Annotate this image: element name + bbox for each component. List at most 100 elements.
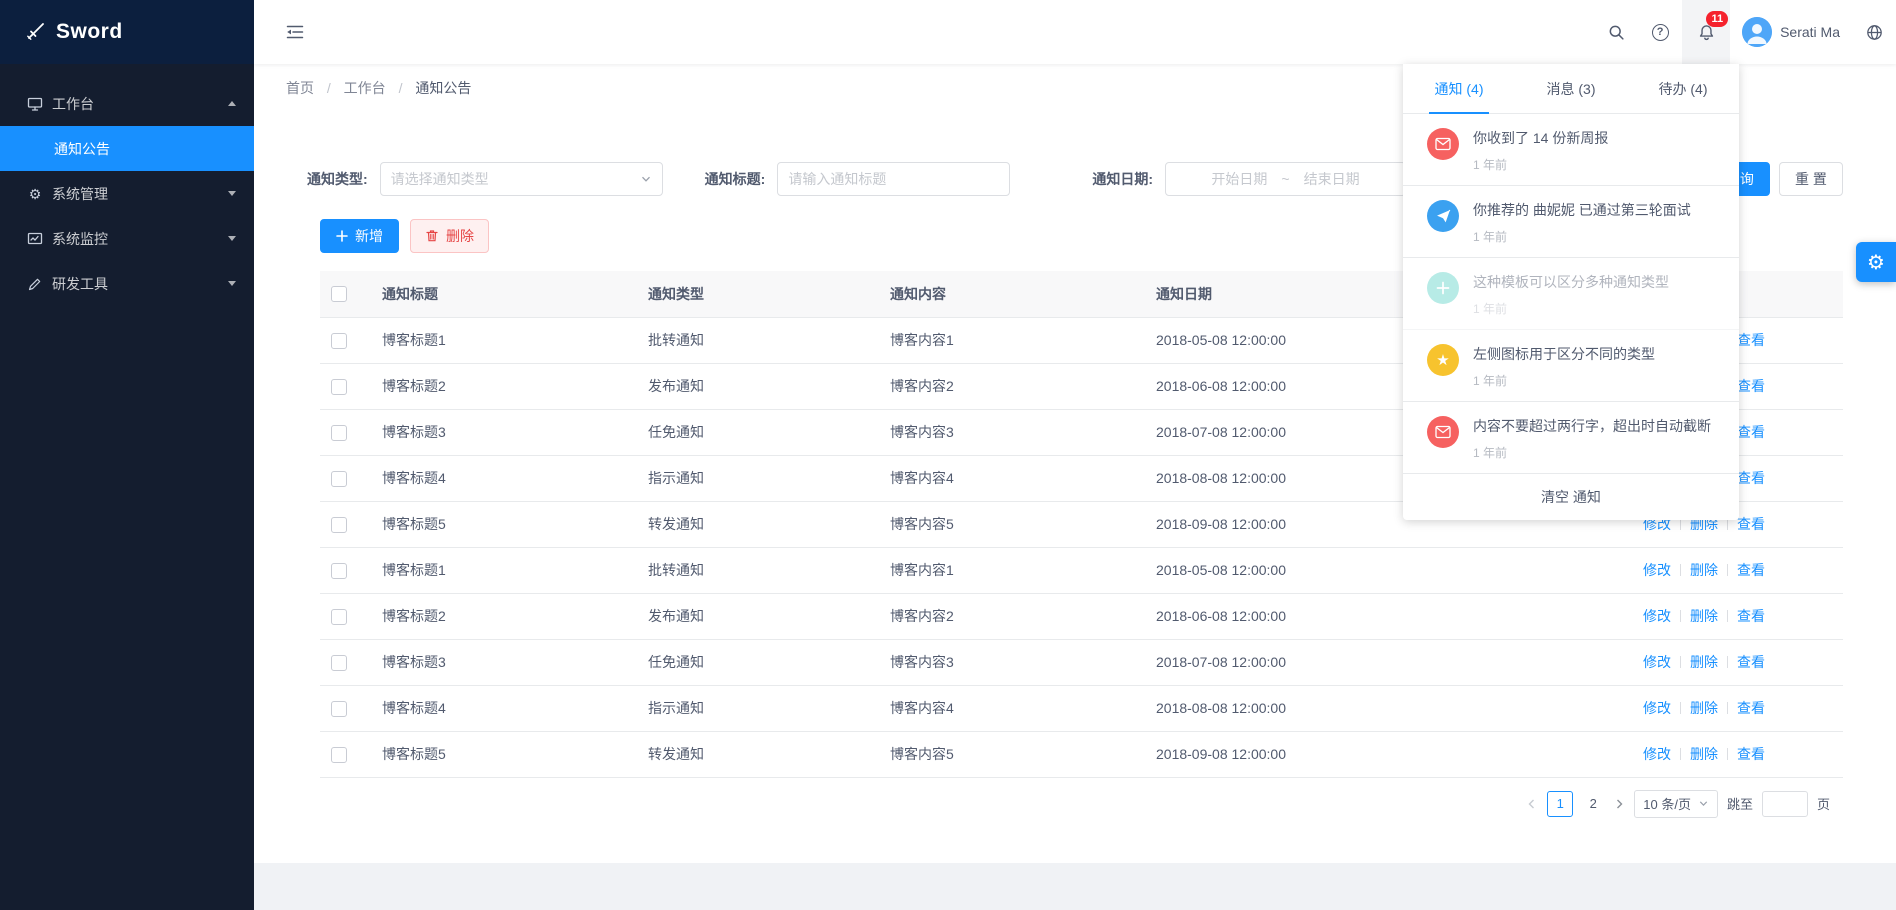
page-button-current[interactable]: 1	[1547, 791, 1573, 817]
menu-fold-icon[interactable]	[286, 24, 304, 40]
date-start-placeholder: 开始日期	[1211, 169, 1267, 189]
date-range-picker[interactable]: 开始日期 ~ 结束日期	[1165, 162, 1406, 196]
settings-fab[interactable]: ⚙	[1856, 242, 1896, 282]
edit-link[interactable]: 修改	[1643, 654, 1671, 670]
sidebar-item-system-mgmt[interactable]: ⚙ 系统管理	[0, 171, 254, 216]
notification-panel: 通知 (4) 消息 (3) 待办 (4) 你收到了 14 份新周报 1 年前 你…	[1403, 64, 1739, 520]
monitor-chart-icon	[27, 231, 43, 247]
edit-link[interactable]: 修改	[1643, 608, 1671, 624]
column-header-type: 通知类型	[630, 271, 872, 317]
next-page-button[interactable]	[1613, 798, 1625, 810]
sidebar-item-system-monitor[interactable]: 系统监控	[0, 216, 254, 261]
notification-item[interactable]: 你推荐的 曲妮妮 已通过第三轮面试 1 年前	[1403, 186, 1739, 258]
caret-down-icon	[228, 191, 236, 196]
delete-link[interactable]: 删除	[1690, 746, 1718, 762]
row-checkbox[interactable]	[331, 701, 347, 717]
delete-link[interactable]: 删除	[1690, 608, 1718, 624]
breadcrumb-workbench[interactable]: 工作台	[344, 80, 386, 96]
notification-item[interactable]: ★ 左侧图标用于区分不同的类型 1 年前	[1403, 330, 1739, 402]
sidebar-item-workbench[interactable]: 工作台	[0, 81, 254, 126]
notification-bell-icon[interactable]: 11	[1682, 0, 1730, 64]
row-checkbox[interactable]	[331, 563, 347, 579]
page-size-select[interactable]: 10 条/页	[1634, 790, 1718, 818]
table-row: 博客标题5 转发通知 博客内容5 2018-09-08 12:00:00 修改删…	[320, 731, 1843, 777]
title-input[interactable]	[777, 162, 1010, 196]
prev-page-button[interactable]	[1526, 798, 1538, 810]
page-button[interactable]: 2	[1582, 796, 1604, 811]
sword-logo-icon	[24, 21, 46, 43]
logo[interactable]: Sword	[0, 0, 254, 64]
row-checkbox[interactable]	[331, 747, 347, 763]
jump-label: 跳至	[1727, 794, 1753, 813]
edit-link[interactable]: 修改	[1643, 562, 1671, 578]
sidebar-item-label: 系统管理	[52, 184, 108, 204]
delete-button[interactable]: 删除	[410, 219, 489, 253]
row-checkbox[interactable]	[331, 425, 347, 441]
row-checkbox[interactable]	[331, 655, 347, 671]
view-link[interactable]: 查看	[1737, 700, 1765, 716]
reset-button[interactable]: 重 置	[1779, 162, 1843, 196]
mail-icon	[1427, 416, 1459, 448]
trash-icon	[425, 229, 439, 243]
view-link[interactable]: 查看	[1737, 562, 1765, 578]
notification-item-read[interactable]: 这种模板可以区分多种通知类型 1 年前	[1403, 258, 1739, 330]
delete-link[interactable]: 删除	[1690, 654, 1718, 670]
notification-item[interactable]: 内容不要超过两行字，超出时自动截断 1 年前	[1403, 402, 1739, 474]
view-link[interactable]: 查看	[1737, 654, 1765, 670]
view-link[interactable]: 查看	[1737, 470, 1765, 486]
chevron-down-icon	[1698, 798, 1709, 809]
table-row: 博客标题3 任免通知 博客内容3 2018-07-08 12:00:00 修改删…	[320, 639, 1843, 685]
breadcrumb-home[interactable]: 首页	[286, 80, 314, 96]
row-checkbox[interactable]	[331, 609, 347, 625]
search-icon[interactable]	[1594, 0, 1638, 64]
tab-todos[interactable]: 待办 (4)	[1627, 64, 1739, 113]
logo-text: Sword	[56, 20, 123, 44]
view-link[interactable]: 查看	[1737, 378, 1765, 394]
edit-link[interactable]: 修改	[1643, 746, 1671, 762]
tool-icon	[27, 276, 43, 292]
date-label: 通知日期:	[1092, 169, 1153, 189]
view-link[interactable]: 查看	[1737, 332, 1765, 348]
sidebar-item-label: 系统监控	[52, 229, 108, 249]
view-link[interactable]: 查看	[1737, 424, 1765, 440]
plus-icon	[336, 230, 348, 242]
gear-icon: ⚙	[27, 186, 43, 202]
sidebar: Sword 工作台 通知公告 ⚙ 系统管理	[0, 0, 254, 910]
select-all-checkbox[interactable]	[331, 286, 347, 302]
jump-page-input[interactable]	[1762, 791, 1808, 817]
page-unit-label: 页	[1817, 794, 1830, 813]
help-icon[interactable]: ?	[1638, 0, 1682, 64]
row-checkbox[interactable]	[331, 379, 347, 395]
caret-down-icon	[228, 236, 236, 241]
globe-icon[interactable]	[1852, 0, 1896, 64]
tab-messages[interactable]: 消息 (3)	[1515, 64, 1627, 113]
type-select[interactable]: 请选择通知类型	[380, 162, 663, 196]
notification-badge: 11	[1706, 11, 1728, 27]
sidebar-menu: 工作台 通知公告 ⚙ 系统管理 系统监控	[0, 64, 254, 306]
sidebar-item-label: 通知公告	[54, 139, 110, 159]
add-button[interactable]: 新增	[320, 219, 399, 253]
user-name: Serati Ma	[1780, 24, 1840, 40]
delete-link[interactable]: 删除	[1690, 700, 1718, 716]
delete-link[interactable]: 删除	[1690, 562, 1718, 578]
table-row: 博客标题1 批转通知 博客内容1 2018-05-08 12:00:00 修改删…	[320, 547, 1843, 593]
sidebar-item-notice[interactable]: 通知公告	[0, 126, 254, 171]
breadcrumb-current: 通知公告	[415, 80, 471, 96]
user-menu[interactable]: Serati Ma	[1730, 0, 1852, 64]
tab-notifications[interactable]: 通知 (4)	[1403, 64, 1515, 113]
header-right: ? 11 Serati Ma	[1594, 0, 1896, 64]
row-checkbox[interactable]	[331, 471, 347, 487]
filter-group-type: 通知类型: 请选择通知类型	[307, 162, 663, 196]
clear-notifications-button[interactable]: 清空 通知	[1403, 474, 1739, 520]
view-link[interactable]: 查看	[1737, 746, 1765, 762]
date-separator: ~	[1281, 171, 1289, 187]
filter-group-date: 通知日期: 开始日期 ~ 结束日期	[1092, 162, 1406, 196]
sidebar-item-dev-tools[interactable]: 研发工具	[0, 261, 254, 306]
view-link[interactable]: 查看	[1737, 608, 1765, 624]
breadcrumb-separator: /	[399, 80, 403, 96]
row-checkbox[interactable]	[331, 517, 347, 533]
notification-item[interactable]: 你收到了 14 份新周报 1 年前	[1403, 114, 1739, 186]
row-checkbox[interactable]	[331, 333, 347, 349]
edit-link[interactable]: 修改	[1643, 700, 1671, 716]
view-link[interactable]: 查看	[1737, 516, 1765, 532]
